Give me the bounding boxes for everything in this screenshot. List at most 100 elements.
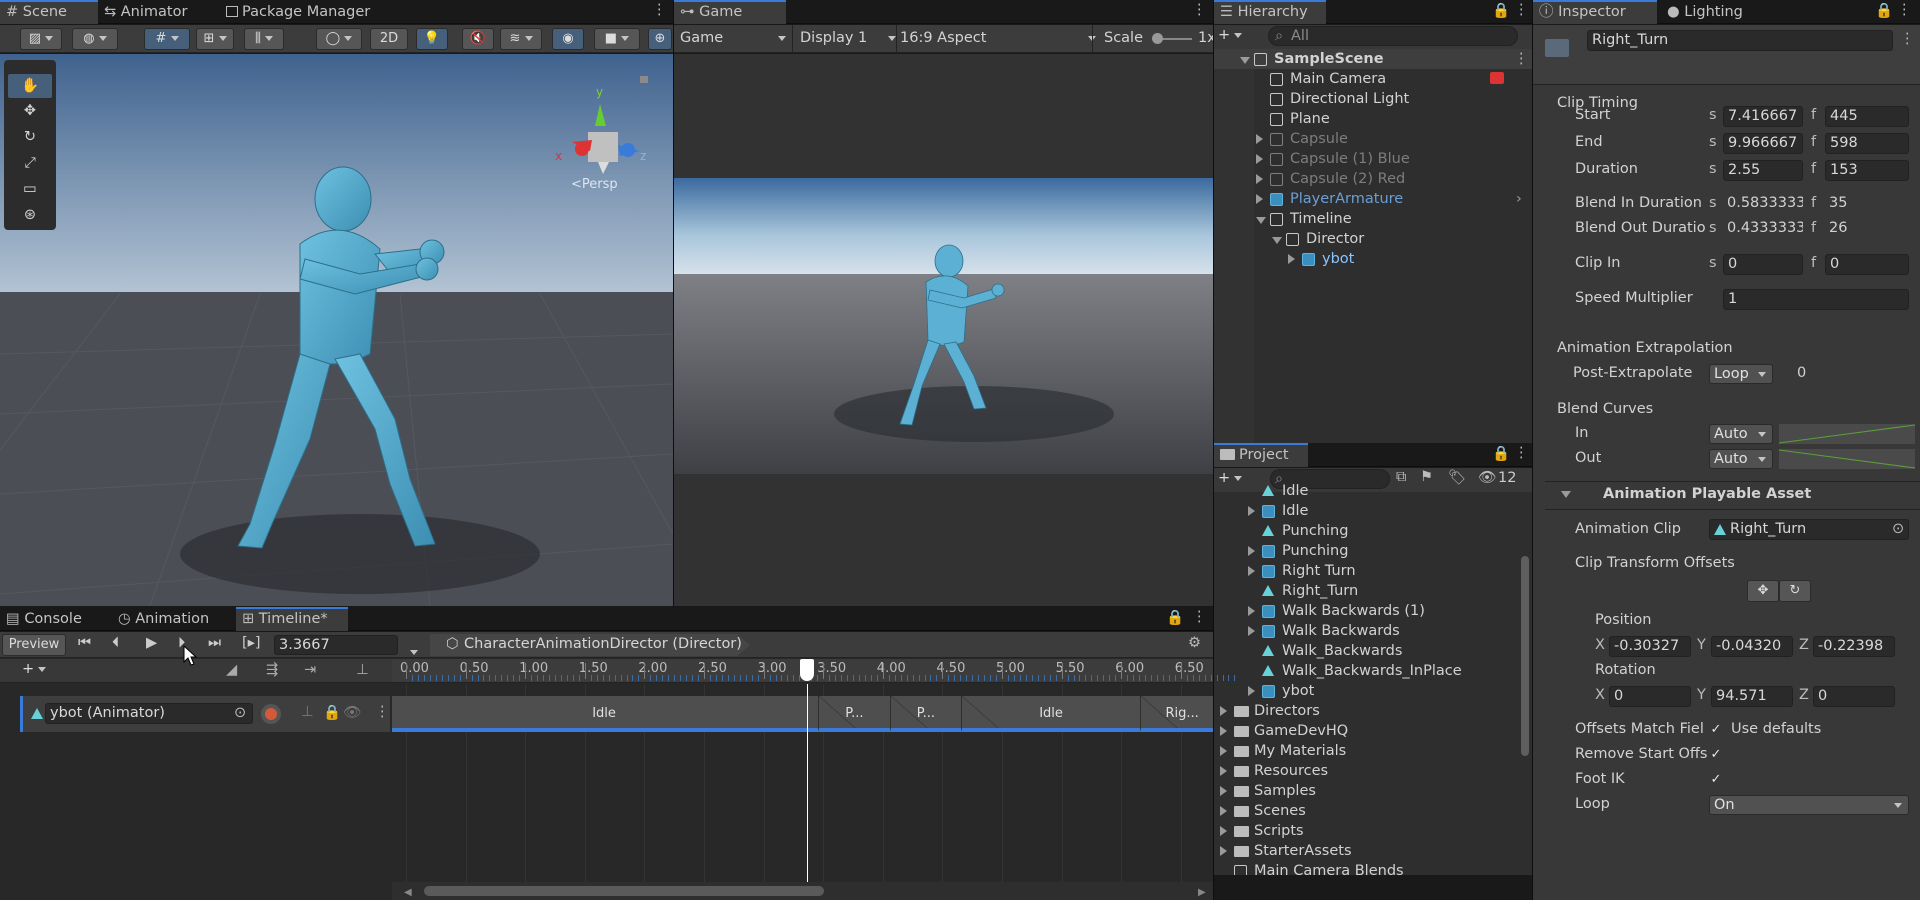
- blend-in-curve-dropdown[interactable]: Auto: [1709, 424, 1773, 444]
- track-mute-icon[interactable]: 👁: [343, 704, 361, 721]
- snap-toggle-button[interactable]: #: [144, 28, 190, 50]
- project-item[interactable]: Scenes: [1214, 801, 1518, 821]
- shading-button[interactable]: ◯: [316, 28, 362, 50]
- project-scrollbar[interactable]: [1518, 492, 1532, 875]
- rotate-tool-icon[interactable]: ↻: [8, 124, 52, 150]
- scrollbar-thumb[interactable]: [424, 886, 824, 896]
- tab-timeline[interactable]: ⊞ Timeline*: [236, 607, 348, 631]
- project-item[interactable]: Idle: [1214, 481, 1518, 501]
- remove-start-offset-checkbox[interactable]: ✓: [1709, 748, 1723, 762]
- blend-out-curve-preview[interactable]: [1779, 449, 1915, 469]
- draw-mode-button[interactable]: ▨: [20, 28, 62, 50]
- add-object-button[interactable]: +: [1218, 27, 1248, 47]
- rect-tool-icon[interactable]: ▭: [8, 176, 52, 202]
- display-dropdown[interactable]: Display 1: [800, 27, 900, 49]
- move-tool-icon[interactable]: ✥: [8, 98, 52, 124]
- project-item[interactable]: Walk Backwards (1): [1214, 601, 1518, 621]
- position-y-field[interactable]: -0.04320: [1711, 636, 1793, 657]
- project-item[interactable]: Punching: [1214, 541, 1518, 561]
- collapse-arrow-icon[interactable]: [1256, 154, 1263, 164]
- blend-out-curve-dropdown[interactable]: Auto: [1709, 449, 1773, 469]
- increment-snap-button[interactable]: ⫼: [244, 28, 284, 50]
- lock-icon[interactable]: 🔒: [1166, 609, 1184, 626]
- track-area[interactable]: IdleP...P...IdleRig...: [392, 684, 1213, 882]
- add-track-button[interactable]: +: [22, 661, 47, 677]
- project-item[interactable]: GameDevHQ: [1214, 721, 1518, 741]
- tab-game[interactable]: ⊶ Game: [674, 0, 786, 24]
- kebab-menu-icon[interactable]: ⋮: [652, 2, 667, 18]
- scale-tool-icon[interactable]: ⤢: [8, 150, 52, 176]
- collapse-arrow-icon[interactable]: [1220, 846, 1227, 856]
- rotation-y-field[interactable]: 94.571: [1711, 686, 1793, 707]
- lock-gizmo-icon[interactable]: [640, 76, 648, 83]
- post-extrapolate-dropdown[interactable]: Loop: [1709, 364, 1773, 384]
- collapse-arrow-icon[interactable]: [1220, 726, 1227, 736]
- collapse-arrow-icon[interactable]: [1220, 826, 1227, 836]
- blend-in-frames-value[interactable]: 35: [1829, 195, 1847, 211]
- pin-icon[interactable]: ⊥: [356, 662, 369, 678]
- track-lock-icon[interactable]: 🔒: [323, 704, 341, 721]
- clip-in-seconds-field[interactable]: 0: [1723, 254, 1803, 275]
- rotate-offset-tool-icon[interactable]: ↻: [1779, 580, 1811, 602]
- object-name-field[interactable]: Right_Turn: [1587, 30, 1893, 51]
- collapse-arrow-icon[interactable]: [1220, 766, 1227, 776]
- tab-package-manager[interactable]: Package Manager: [220, 0, 378, 24]
- kebab-menu-icon[interactable]: ⋮: [1514, 2, 1529, 18]
- hierarchy-search-input[interactable]: ⌕ All: [1268, 26, 1518, 46]
- tab-animator[interactable]: ⇆ Animator: [98, 0, 195, 24]
- time-format-dropdown[interactable]: [410, 644, 418, 660]
- aspect-dropdown[interactable]: 16:9 Aspect: [900, 27, 1100, 49]
- animation-track-header[interactable]: ybot (Animator) ⊙ ⊥ 🔒 👁 ⋮: [20, 696, 390, 732]
- playhead-handle[interactable]: [800, 659, 815, 681]
- move-offset-tool-icon[interactable]: ✥: [1747, 580, 1779, 602]
- track-menu-icon[interactable]: ⋮: [375, 704, 390, 720]
- previous-frame-icon[interactable]: ⏴: [112, 635, 119, 651]
- game-view-dropdown[interactable]: Game: [680, 27, 792, 49]
- object-picker-icon[interactable]: ⊙: [1892, 520, 1904, 539]
- collapse-arrow-icon[interactable]: [1220, 746, 1227, 756]
- play-range-icon[interactable]: [▸]: [242, 635, 261, 651]
- blend-out-seconds-value[interactable]: 0.4333333: [1727, 220, 1803, 236]
- collapse-arrow-icon[interactable]: [1220, 806, 1227, 816]
- hierarchy-item[interactable]: PlayerArmature ›: [1214, 189, 1532, 209]
- duration-seconds-field[interactable]: 2.55: [1723, 160, 1803, 181]
- hierarchy-item[interactable]: ybot: [1214, 249, 1532, 269]
- timeline-scrollbar[interactable]: ◀ ▶: [392, 882, 1213, 900]
- collapse-arrow-icon[interactable]: [1220, 786, 1227, 796]
- start-frames-field[interactable]: 445: [1825, 106, 1909, 127]
- tab-project[interactable]: Project: [1214, 443, 1308, 467]
- rotation-z-field[interactable]: 0: [1813, 686, 1895, 707]
- blend-in-seconds-value[interactable]: 0.5833333: [1727, 195, 1803, 211]
- timeline-clip[interactable]: Idle: [962, 696, 1141, 732]
- rotation-x-field[interactable]: 0: [1609, 686, 1691, 707]
- speed-multiplier-field[interactable]: 1: [1723, 289, 1909, 310]
- project-item[interactable]: Punching: [1214, 521, 1518, 541]
- collapse-arrow-icon[interactable]: [1256, 174, 1263, 184]
- tab-console[interactable]: ▤ Console: [0, 607, 90, 631]
- clip-edit-mode-mix-icon[interactable]: ◢: [226, 662, 237, 678]
- global-local-button[interactable]: ◍: [72, 28, 118, 50]
- collapse-arrow-icon[interactable]: [1288, 254, 1295, 264]
- go-to-end-icon[interactable]: ⏭: [208, 635, 221, 651]
- grid-toggle-button[interactable]: ⊞: [196, 28, 234, 50]
- hierarchy-item[interactable]: Capsule (2) Red: [1214, 169, 1532, 189]
- playable-asset-header[interactable]: Animation Playable Asset: [1603, 486, 1811, 502]
- clip-edit-mode-ripple-icon[interactable]: ⇶: [266, 662, 278, 678]
- record-button[interactable]: [261, 704, 281, 724]
- kebab-menu-icon[interactable]: ⋮: [1192, 2, 1207, 18]
- clip-in-frames-field[interactable]: 0: [1825, 254, 1909, 275]
- kebab-menu-icon[interactable]: ⋮: [1514, 445, 1529, 461]
- hierarchy-item[interactable]: Timeline: [1214, 209, 1532, 229]
- position-x-field[interactable]: -0.30327: [1609, 636, 1691, 657]
- collapse-arrow-icon[interactable]: [1256, 134, 1263, 144]
- settings-gear-icon[interactable]: ⚙: [1188, 635, 1201, 651]
- project-item[interactable]: My Materials: [1214, 741, 1518, 761]
- collapse-arrow-icon[interactable]: [1248, 606, 1255, 616]
- collapse-arrow-icon[interactable]: [1248, 566, 1255, 576]
- hierarchy-item[interactable]: Director: [1214, 229, 1532, 249]
- tab-scene[interactable]: # Scene: [0, 0, 98, 24]
- lock-icon[interactable]: 🔒: [1492, 2, 1510, 19]
- hierarchy-item[interactable]: Capsule (1) Blue: [1214, 149, 1532, 169]
- project-item[interactable]: Walk Backwards: [1214, 621, 1518, 641]
- project-item[interactable]: StarterAssets: [1214, 841, 1518, 861]
